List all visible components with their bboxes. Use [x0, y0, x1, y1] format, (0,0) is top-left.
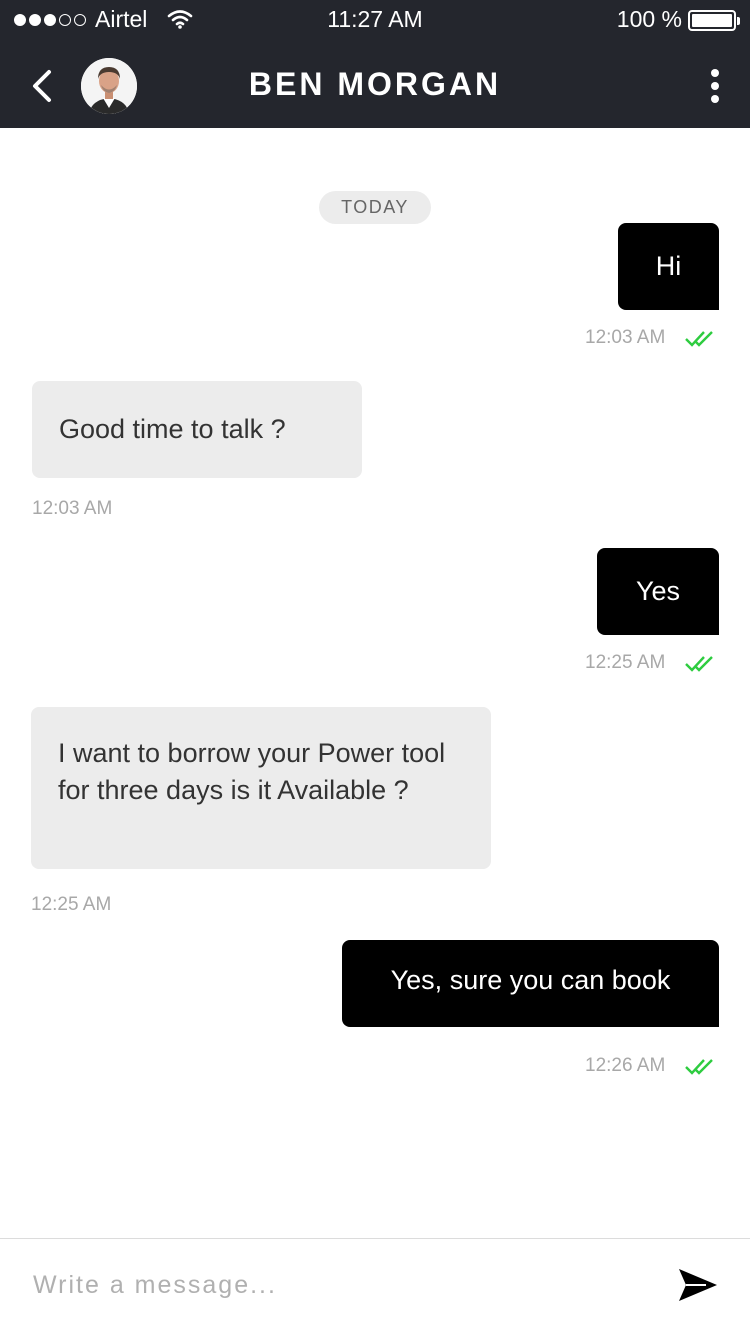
outgoing-message[interactable]: Yes, sure you can book — [342, 940, 719, 1027]
app-header: Airtel 11:27 AM 100 % BEN MORGAN — [0, 0, 750, 128]
message-time: 12:03 AM — [585, 327, 666, 348]
outgoing-message[interactable]: Hi — [618, 223, 719, 310]
incoming-message[interactable]: Good time to talk ? — [32, 381, 362, 478]
message-text: Hi — [655, 251, 682, 281]
message-time: 12:25 AM — [31, 894, 112, 915]
date-divider: TODAY — [319, 191, 431, 224]
message-time: 12:26 AM — [585, 1055, 666, 1076]
outgoing-message[interactable]: Yes — [597, 548, 719, 635]
message-text: Yes — [635, 576, 681, 606]
status-bar: Airtel 11:27 AM 100 % — [0, 0, 750, 42]
read-receipt-icon — [685, 656, 713, 672]
message-time: 12:03 AM — [32, 498, 113, 519]
message-text: Good time to talk ? — [59, 414, 286, 444]
contact-name: BEN MORGAN — [248, 66, 502, 102]
more-options-icon[interactable] — [700, 66, 730, 106]
battery-percentage: 100 % — [616, 6, 682, 32]
message-text: I want to borrow your Power tool for thr… — [58, 738, 446, 805]
message-text: Yes, sure you can book — [390, 965, 671, 995]
battery-icon — [688, 10, 740, 31]
message-composer — [0, 1238, 750, 1334]
message-time: 12:25 AM — [585, 652, 666, 673]
incoming-message[interactable]: I want to borrow your Power tool for thr… — [31, 707, 491, 869]
read-receipt-icon — [685, 331, 713, 347]
read-receipt-icon — [685, 1059, 713, 1075]
send-icon[interactable] — [676, 1265, 720, 1305]
message-input[interactable] — [33, 1265, 633, 1305]
